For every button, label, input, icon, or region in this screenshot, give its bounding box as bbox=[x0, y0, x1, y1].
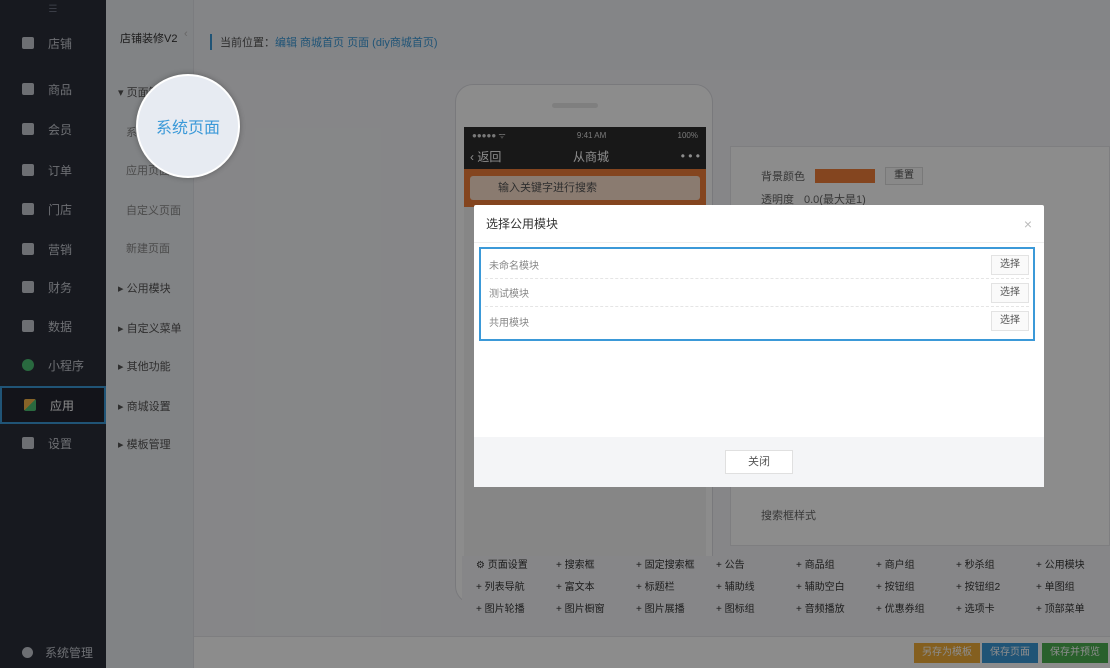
select-button[interactable]: 选择 bbox=[991, 282, 1029, 303]
module-name: 共用模块 bbox=[489, 317, 529, 329]
select-button[interactable]: 选择 bbox=[991, 311, 1029, 331]
dialog-title: 选择公用模块 bbox=[486, 217, 559, 231]
list-item: 共用模块 选择 bbox=[485, 307, 1029, 335]
list-item: 未命名模块 选择 bbox=[485, 251, 1029, 279]
dialog-header: 选择公用模块 × bbox=[474, 205, 1044, 243]
select-shared-module-dialog: 选择公用模块 × 未命名模块 选择 测试模块 选择 共用模块 选择 关闭 bbox=[474, 205, 1044, 487]
module-name: 测试模块 bbox=[489, 289, 529, 300]
close-icon[interactable]: × bbox=[1024, 216, 1032, 232]
magnifier-callout: 系统页面 bbox=[136, 74, 240, 178]
dialog-footer: 关闭 bbox=[474, 437, 1044, 487]
list-item: 测试模块 选择 bbox=[485, 279, 1029, 307]
close-button[interactable]: 关闭 bbox=[725, 450, 793, 474]
magnifier-label: 系统页面 bbox=[155, 120, 220, 137]
select-button[interactable]: 选择 bbox=[991, 254, 1029, 275]
module-list: 未命名模块 选择 测试模块 选择 共用模块 选择 bbox=[479, 247, 1035, 341]
module-name: 未命名模块 bbox=[489, 261, 539, 272]
